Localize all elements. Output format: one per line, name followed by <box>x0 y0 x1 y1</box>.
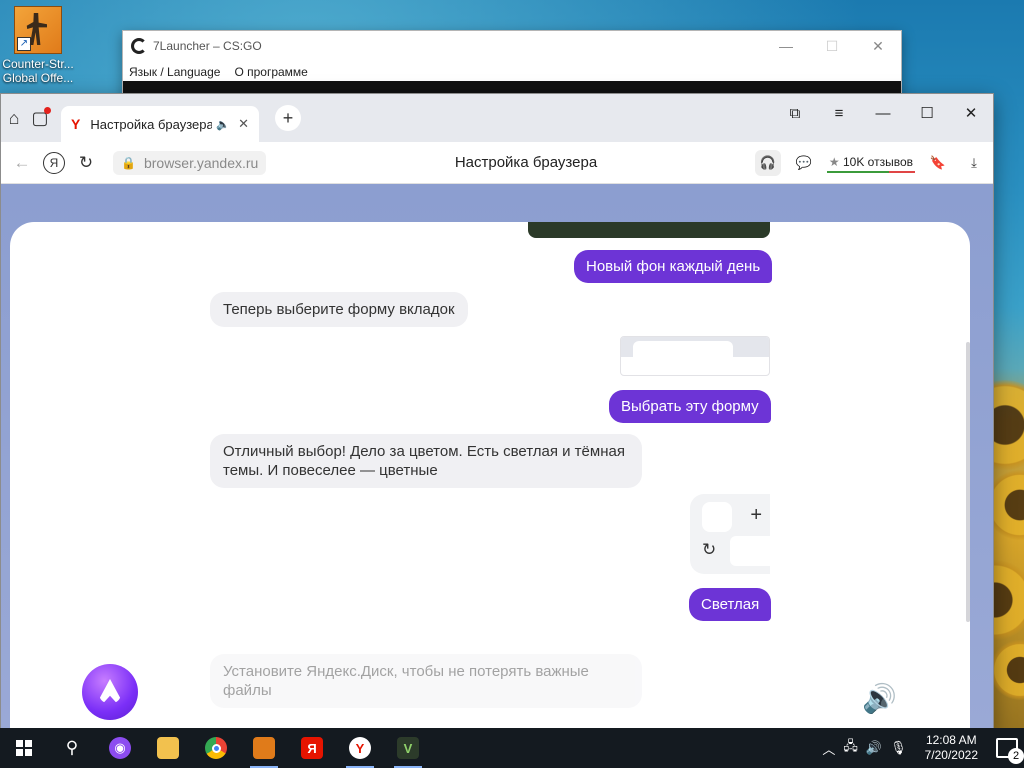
light-theme-preview[interactable]: + ↻ <box>690 494 770 574</box>
audio-icon[interactable]: 🔈 <box>216 118 230 131</box>
search-button[interactable]: ⚲ <box>48 728 96 768</box>
chevron-up-icon[interactable]: ︿ <box>822 739 835 758</box>
setup-chat-card: Новый фон каждый день Теперь выберите фо… <box>10 222 970 732</box>
chat-message-choose-tab-shape: Теперь выберите форму вкладок <box>210 292 468 327</box>
minimize-icon[interactable]: — <box>763 38 809 55</box>
choose-shape-button[interactable]: Выбрать эту форму <box>609 390 771 423</box>
launcher-icon: V <box>397 737 419 759</box>
maximize-icon[interactable]: ☐ <box>905 94 949 132</box>
launcher-logo-icon <box>131 38 147 54</box>
start-button[interactable] <box>0 728 48 768</box>
bookmarks-panel-icon[interactable]: ⧉ <box>773 94 817 132</box>
taskbar-yandex[interactable]: Я <box>288 728 336 768</box>
menu-item-about[interactable]: О программе <box>234 65 307 79</box>
yandex-icon: Я <box>301 737 323 759</box>
alice-assistant-button[interactable] <box>82 664 138 720</box>
launcher-titlebar: 7Launcher – CS:GO — ☐ ✕ <box>123 31 901 61</box>
maximize-icon[interactable]: ☐ <box>809 38 855 55</box>
new-tab-button[interactable]: + <box>275 105 301 131</box>
chat-icon[interactable]: 💬 <box>791 150 817 176</box>
windows-logo-icon <box>16 740 32 756</box>
home-icon[interactable]: ⌂ <box>1 105 27 131</box>
theme-preview-field <box>730 536 770 566</box>
notifications-icon[interactable]: 2 <box>996 738 1024 764</box>
reload-icon: ↻ <box>702 540 717 559</box>
taskbar-yandex-browser[interactable]: Y <box>336 728 384 768</box>
back-icon[interactable]: ← <box>7 148 37 178</box>
chat-reply-new-background: Новый фон каждый день <box>574 250 773 283</box>
menu-item-language[interactable]: Язык / Language <box>129 65 220 79</box>
taskbar-explorer[interactable] <box>144 728 192 768</box>
tab-close-icon[interactable]: ✕ <box>238 116 249 132</box>
microphone-icon[interactable]: 🎙 <box>890 740 907 756</box>
bookmark-icon[interactable]: 🔖 <box>925 150 951 176</box>
reviews-text: 10K отзывов <box>842 154 913 169</box>
headphones-icon[interactable]: 🎧 <box>754 149 781 176</box>
yandex-browser-icon: Y <box>349 737 371 759</box>
browser-window: ⌂ ▢ Y Настройка браузера 🔈 ✕ + ⧉ ≡ — ☐ ✕… <box>0 93 994 733</box>
system-tray: ︿ 🖧 🔊 🎙 12:08 AM 7/20/2022 2 <box>822 733 1024 764</box>
csgo-icon: ↗ <box>14 6 62 54</box>
clock[interactable]: 12:08 AM 7/20/2022 <box>925 733 978 763</box>
reload-icon[interactable]: ↻ <box>71 148 101 178</box>
desktop-icon-label: Counter-Str... Global Offe... <box>2 57 74 85</box>
search-icon: ⚲ <box>65 738 79 757</box>
speaker-icon[interactable]: 🔊 <box>862 682 897 715</box>
scrollbar[interactable] <box>966 342 970 622</box>
theme-preview-tab <box>702 502 732 532</box>
window-controls: ⧉ ≡ — ☐ ✕ <box>773 94 993 132</box>
star-icon: ★ <box>828 154 840 169</box>
close-icon[interactable]: ✕ <box>949 94 993 132</box>
yandex-logo-icon: Y <box>71 116 81 132</box>
page-content: Новый фон каждый день Теперь выберите фо… <box>1 184 993 732</box>
page-title: Настройка браузера <box>454 154 598 171</box>
alice-icon: ◉ <box>109 737 131 759</box>
tab-title: Настройка браузера <box>90 116 213 132</box>
tab-groups-icon[interactable]: ▢ <box>27 105 53 131</box>
taskbar-alice[interactable]: ◉ <box>96 728 144 768</box>
launcher-window: 7Launcher – CS:GO — ☐ ✕ Язык / Language … <box>122 30 902 100</box>
plus-icon: + <box>750 504 762 526</box>
url-text: browser.yandex.ru <box>143 154 259 171</box>
reviews-badge[interactable]: ★ 10K отзывов <box>826 152 915 173</box>
launcher-title: 7Launcher – CS:GO <box>153 39 262 53</box>
lock-icon[interactable]: 🔒 <box>121 156 136 170</box>
folder-icon <box>157 737 179 759</box>
taskbar: ⚲ ◉ Я Y V ︿ 🖧 🔊 🎙 12:08 AM 7/20/2022 2 <box>0 728 1024 768</box>
taskbar-chrome[interactable] <box>192 728 240 768</box>
chrome-icon <box>205 737 227 759</box>
chat-message-great-choice: Отличный выбор! Дело за цветом. Есть све… <box>210 434 642 488</box>
tab-bar: ⌂ ▢ Y Настройка браузера 🔈 ✕ + ⧉ ≡ — ☐ ✕ <box>1 94 993 142</box>
minimize-icon[interactable]: — <box>861 94 905 132</box>
csgo-icon <box>253 737 275 759</box>
light-theme-button[interactable]: Светлая <box>689 588 772 621</box>
clock-time: 12:08 AM <box>925 733 977 747</box>
yandex-button-icon[interactable]: Я <box>43 151 65 174</box>
close-icon[interactable]: ✕ <box>855 38 901 55</box>
address-bar: ← Я ↻ 🔒 browser.yandex.ru Настройка брау… <box>1 142 993 184</box>
launcher-menu: Язык / Language О программе <box>123 61 901 83</box>
shortcut-arrow-icon: ↗ <box>17 37 31 51</box>
tab-shape-sample <box>633 341 733 359</box>
notification-count: 2 <box>1008 748 1024 764</box>
chat-message-install-disk: Установите Яндекс.Диск, чтобы не потерят… <box>210 654 642 708</box>
desktop-icon-csgo[interactable]: ↗ Counter-Str... Global Offe... <box>2 6 74 85</box>
menu-icon[interactable]: ≡ <box>817 94 861 132</box>
volume-icon[interactable]: 🔊 <box>866 740 882 756</box>
tab-shape-preview[interactable] <box>620 336 770 376</box>
background-preview-image <box>528 222 770 238</box>
url-field[interactable]: 🔒 browser.yandex.ru <box>113 150 267 175</box>
taskbar-launcher[interactable]: V <box>384 728 432 768</box>
taskbar-csgo[interactable] <box>240 728 288 768</box>
network-icon[interactable]: 🖧 <box>843 737 858 759</box>
download-icon[interactable]: ⤓ <box>961 150 987 176</box>
clock-date: 7/20/2022 <box>924 748 978 762</box>
tab-browser-settings[interactable]: Y Настройка браузера 🔈 ✕ <box>61 106 259 142</box>
